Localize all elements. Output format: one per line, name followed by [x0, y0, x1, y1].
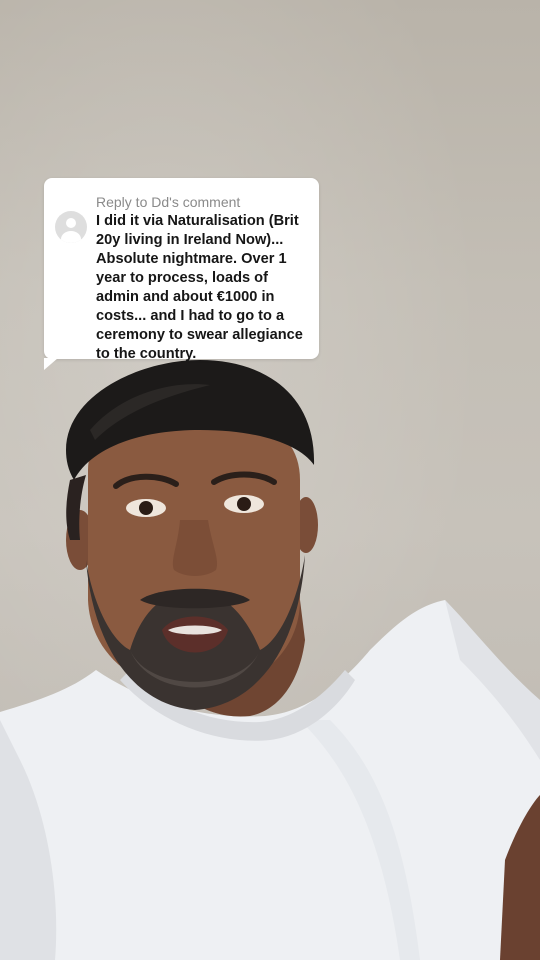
- avatar-shoulders-icon: [61, 231, 81, 243]
- video-frame: Reply to Dd's comment I did it via Natur…: [0, 0, 540, 960]
- comment-reply-bubble[interactable]: Reply to Dd's comment I did it via Natur…: [44, 178, 319, 370]
- avatar-head-icon: [66, 218, 76, 228]
- reply-title: Reply to Dd's comment: [96, 194, 241, 210]
- reply-comment-text: I did it via Naturalisation (Brit 20y li…: [96, 213, 303, 362]
- video-subject: [0, 360, 540, 960]
- commenter-avatar: [55, 211, 87, 243]
